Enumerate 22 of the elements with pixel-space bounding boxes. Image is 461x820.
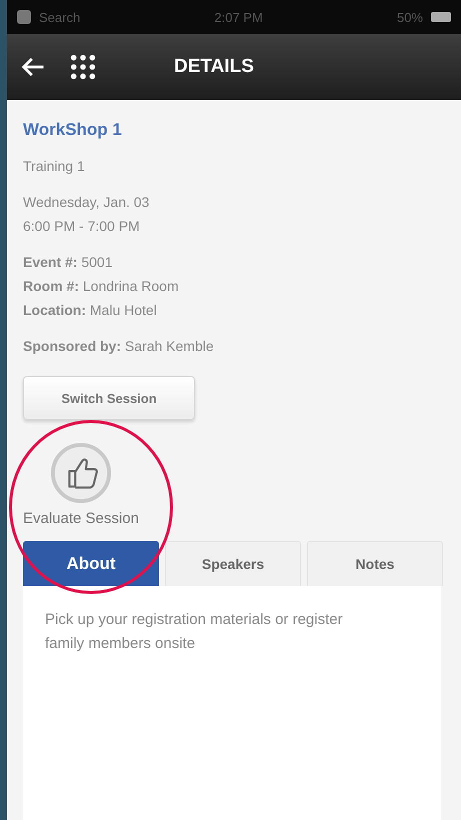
session-detail: Room #: Londrina Room [23,277,180,296]
tab[interactable]: Notes [307,541,443,586]
session-title: WorkShop 1 [23,120,123,140]
battery-icon [431,12,451,22]
session-detail: Location: Malu Hotel [23,301,158,320]
page-title: DETAILS [174,56,254,78]
thumbs-up-icon[interactable] [50,442,112,504]
session-detail: Event #: 5001 [23,253,114,272]
tab[interactable]: Speakers [165,541,301,586]
battery-text: 50% [396,10,423,24]
switch-session-button[interactable]: Switch Session [23,376,195,420]
sponsor-text: Sponsored by: Sarah Kemble [23,337,215,356]
carrier-text: Search [39,10,80,24]
session-date: Wednesday, Jan. 03 [23,193,150,212]
clock-text: 2:07 PM [214,10,263,24]
grid-menu-icon[interactable] [69,53,97,81]
session-subtitle: Training 1 [23,157,86,176]
session-time: 6:00 PM - 7:00 PM [23,217,141,236]
tab[interactable]: About [23,541,159,586]
app-icon [17,10,31,24]
evaluate-session-label[interactable]: Evaluate Session [23,510,139,527]
about-text: Pick up your registration materials or register family members onsite [45,610,344,654]
